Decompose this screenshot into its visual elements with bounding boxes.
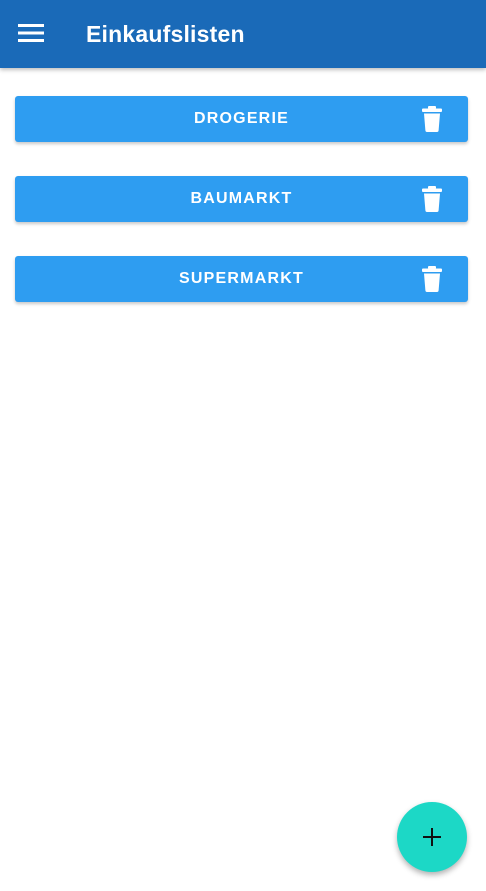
list-label: BAUMARKT: [190, 190, 293, 207]
trash-icon[interactable]: [422, 266, 442, 292]
page-title: Einkaufslisten: [86, 21, 245, 47]
trash-icon[interactable]: [422, 106, 442, 132]
trash-icon[interactable]: [422, 186, 442, 212]
list-button-baumarkt[interactable]: BAUMARKT: [15, 176, 468, 222]
hamburger-menu-icon: [18, 22, 44, 44]
list-button-supermarkt[interactable]: SUPERMARKT: [15, 256, 468, 302]
list-button-drogerie[interactable]: DROGERIE: [15, 96, 468, 142]
add-list-button[interactable]: [397, 802, 467, 872]
menu-button[interactable]: [18, 22, 44, 44]
list-label: SUPERMARKT: [179, 270, 304, 287]
shopping-lists: DROGERIE BAUMARKT SUPERMARKT: [15, 96, 468, 336]
list-label: DROGERIE: [194, 110, 289, 127]
app-bar: Einkaufslisten: [0, 0, 486, 68]
app-screen: Einkaufslisten DROGERIE BAUMARKT SUPERMA…: [0, 0, 486, 891]
plus-icon: [421, 826, 443, 848]
